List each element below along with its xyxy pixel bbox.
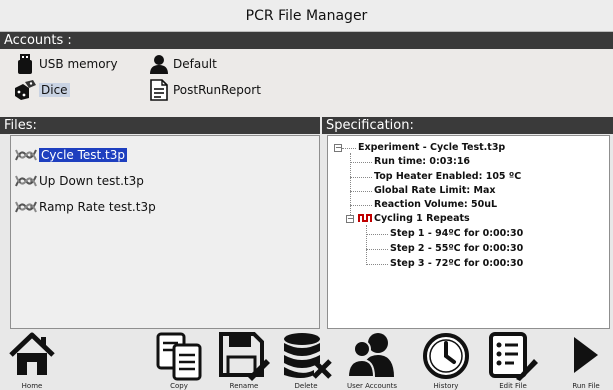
save-rename-icon bbox=[219, 332, 270, 381]
user-icon bbox=[148, 53, 170, 75]
copy-button[interactable]: Copy bbox=[152, 331, 206, 390]
tree-node-run-time: Run time: 0:03:16 bbox=[374, 156, 471, 167]
document-icon bbox=[148, 79, 170, 101]
tree-connector bbox=[350, 177, 372, 178]
copy-icon bbox=[156, 332, 202, 381]
specification-header: Specification: bbox=[322, 117, 613, 134]
home-icon bbox=[9, 332, 55, 375]
account-usb-memory[interactable]: USB memory bbox=[14, 53, 118, 75]
account-label: USB memory bbox=[39, 57, 118, 71]
account-label: Dice bbox=[39, 83, 70, 97]
specification-tree: − Experiment - Cycle Test.t3p Run time: … bbox=[327, 135, 610, 329]
toolbar-label: Copy bbox=[170, 382, 188, 390]
tree-node-reaction-volume: Reaction Volume: 50uL bbox=[374, 199, 498, 210]
tree-node-experiment[interactable]: Experiment - Cycle Test.t3p bbox=[358, 142, 505, 153]
account-default[interactable]: Default bbox=[148, 53, 217, 75]
run-file-button[interactable]: Run File bbox=[562, 331, 610, 390]
tree-node-step-1: Step 1 - 94ºC for 0:00:30 bbox=[390, 228, 524, 239]
file-item-up-down-test[interactable]: Up Down test.t3p bbox=[13, 170, 144, 192]
toolbar-label: Rename bbox=[229, 382, 259, 390]
toolbar-label: User Accounts bbox=[346, 382, 398, 390]
tree-connector bbox=[342, 148, 356, 149]
file-item-cycle-test[interactable]: Cycle Test.t3p bbox=[13, 144, 128, 166]
file-label: Cycle Test.t3p bbox=[39, 148, 128, 162]
tree-node-top-heater: Top Heater Enabled: 105 ºC bbox=[374, 171, 522, 182]
account-dice[interactable]: Dice bbox=[14, 79, 70, 101]
dice-icon bbox=[14, 79, 36, 101]
collapse-toggle-experiment[interactable]: − bbox=[334, 144, 342, 152]
files-list[interactable]: Cycle Test.t3p Up Down test.t3p Ramp Rat… bbox=[10, 135, 320, 329]
tree-connector bbox=[350, 205, 372, 206]
tree-node-step-2: Step 2 - 55ºC for 0:00:30 bbox=[390, 243, 524, 254]
account-postrunreport[interactable]: PostRunReport bbox=[148, 79, 261, 101]
file-label: Ramp Rate test.t3p bbox=[39, 200, 156, 214]
tree-connector bbox=[366, 225, 367, 265]
usb-drive-icon bbox=[14, 53, 36, 75]
dna-file-icon bbox=[13, 171, 39, 191]
toolbar-label: Edit File bbox=[499, 382, 527, 390]
tree-connector bbox=[350, 162, 372, 163]
delete-button[interactable]: Delete bbox=[279, 331, 333, 390]
title-bar: PCR File Manager bbox=[0, 0, 613, 32]
cycling-icon bbox=[358, 213, 372, 226]
collapse-toggle-cycling[interactable]: − bbox=[346, 215, 354, 223]
tree-node-cycling[interactable]: Cycling 1 Repeats bbox=[374, 213, 470, 224]
history-button[interactable]: History bbox=[421, 331, 471, 390]
tree-connector bbox=[350, 191, 372, 192]
toolbar-label: Delete bbox=[294, 382, 318, 390]
toolbar-label: Run File bbox=[572, 382, 600, 390]
tree-node-step-3: Step 3 - 72ºC for 0:00:30 bbox=[390, 258, 524, 269]
accounts-header: Accounts : bbox=[0, 32, 613, 49]
tree-connector bbox=[366, 234, 388, 235]
clock-icon bbox=[423, 333, 469, 379]
tree-node-global-rate-limit: Global Rate Limit: Max bbox=[374, 185, 496, 196]
database-delete-icon bbox=[284, 333, 332, 379]
file-item-ramp-rate-test[interactable]: Ramp Rate test.t3p bbox=[13, 196, 156, 218]
tree-connector bbox=[366, 264, 388, 265]
edit-file-button[interactable]: Edit File bbox=[487, 331, 539, 390]
home-button[interactable]: Home bbox=[6, 331, 58, 390]
account-label: Default bbox=[173, 57, 217, 71]
bottom-toolbar: Home Copy Rename Delete User Accounts Hi… bbox=[0, 331, 613, 390]
play-icon bbox=[574, 337, 598, 373]
rename-button[interactable]: Rename bbox=[217, 331, 271, 390]
toolbar-label: Home bbox=[21, 382, 43, 390]
window-title: PCR File Manager bbox=[245, 7, 368, 24]
users-icon bbox=[346, 333, 394, 378]
pcr-file-manager-window: PCR File Manager Accounts : USB memory D… bbox=[0, 0, 613, 390]
tree-connector bbox=[366, 249, 388, 250]
user-accounts-button[interactable]: User Accounts bbox=[342, 331, 402, 390]
toolbar-label: History bbox=[433, 382, 459, 390]
files-header: Files: bbox=[0, 117, 320, 134]
dna-file-icon bbox=[13, 145, 39, 165]
file-label: Up Down test.t3p bbox=[39, 174, 144, 188]
dna-file-icon bbox=[13, 197, 39, 217]
account-label: PostRunReport bbox=[173, 83, 261, 97]
edit-list-icon bbox=[489, 332, 538, 381]
accounts-panel: USB memory Default Dice PostRunReport bbox=[0, 49, 613, 117]
